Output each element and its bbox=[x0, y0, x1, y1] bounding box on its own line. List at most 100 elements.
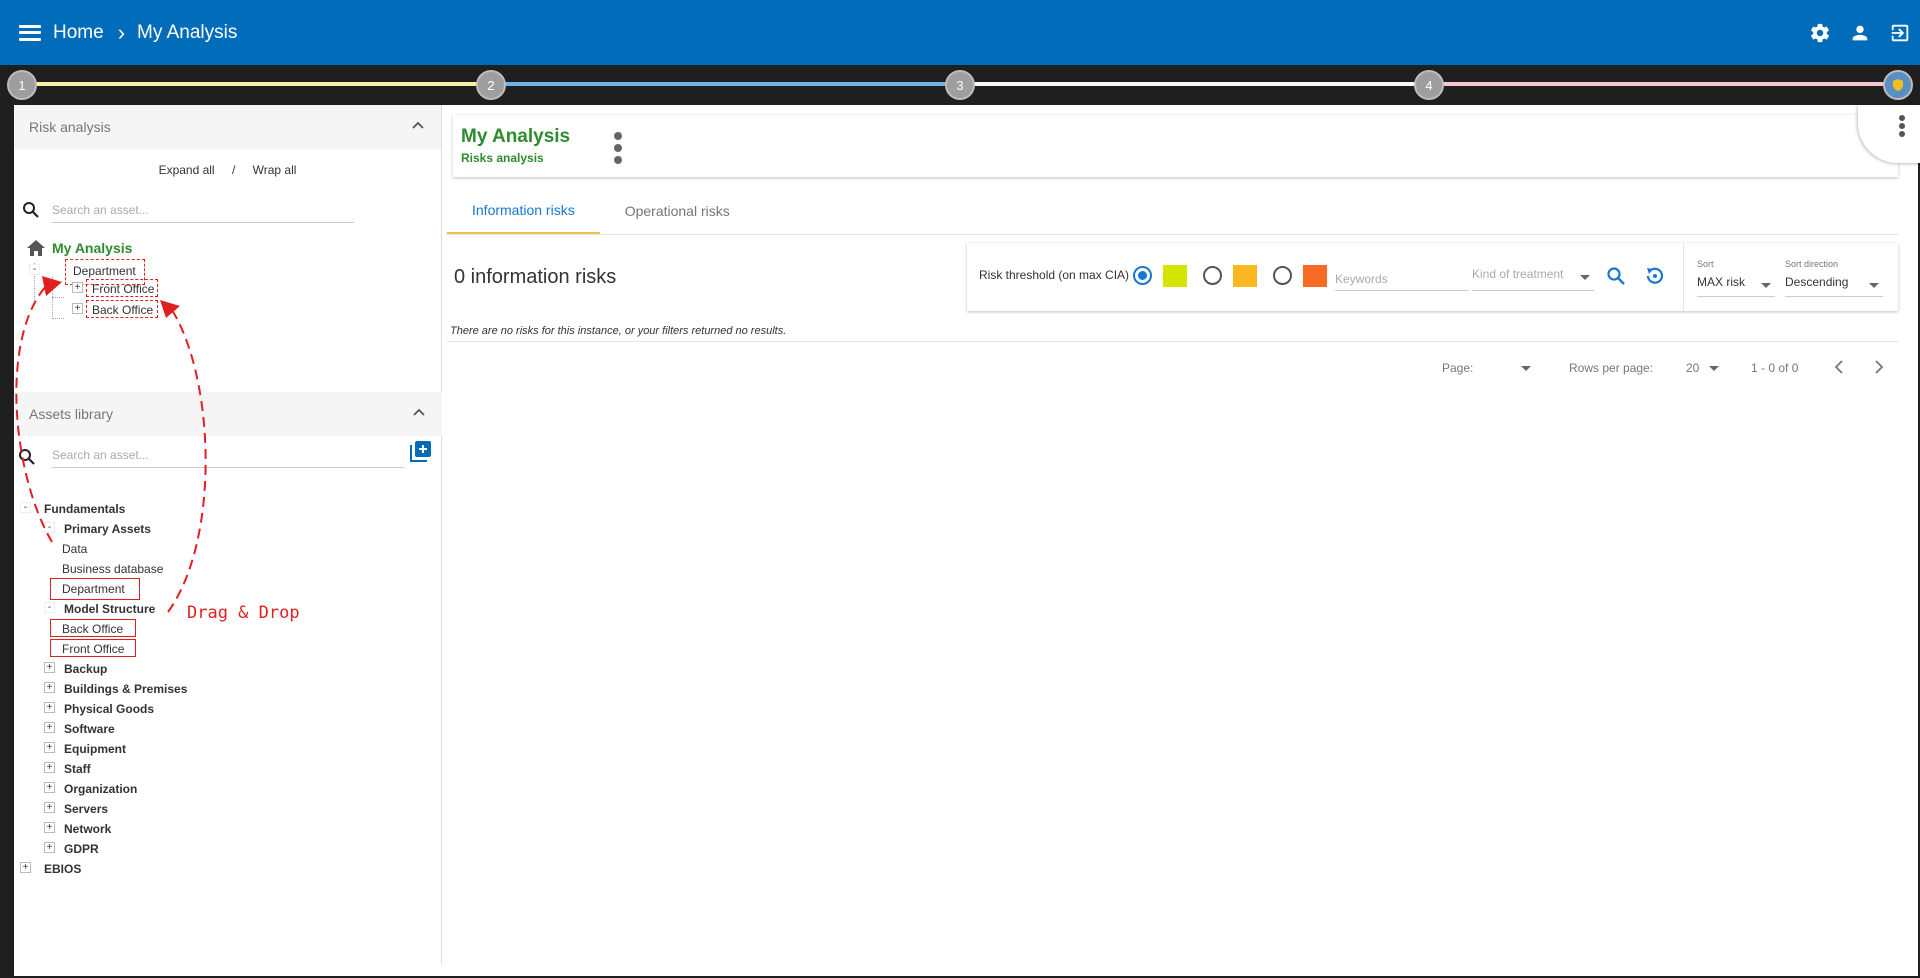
sort-select[interactable]: Sort MAX risk bbox=[1697, 259, 1775, 297]
threshold-swatch-medium bbox=[1233, 265, 1257, 287]
stepper-segment-1 bbox=[22, 82, 492, 86]
library-group-network[interactable]: Network bbox=[64, 822, 111, 836]
menu-icon[interactable] bbox=[19, 24, 41, 41]
user-icon[interactable] bbox=[1840, 22, 1880, 44]
sort-direction-value: Descending bbox=[1785, 275, 1849, 289]
threshold-radio-medium[interactable] bbox=[1203, 266, 1222, 285]
assets-library-header[interactable]: Assets library bbox=[14, 392, 442, 436]
expand-toggle[interactable]: + bbox=[72, 303, 83, 314]
left-panel: Risk analysis Expand all / Wrap all My A… bbox=[14, 105, 442, 965]
library-node-primary-assets[interactable]: Primary Assets bbox=[64, 522, 151, 536]
threshold-radio-high[interactable] bbox=[1273, 266, 1292, 285]
collapse-toggle[interactable]: - bbox=[44, 522, 55, 533]
expand-toggle[interactable]: + bbox=[20, 862, 31, 873]
library-search-input[interactable] bbox=[52, 442, 404, 468]
expand-toggle[interactable]: + bbox=[44, 782, 55, 793]
library-group-software[interactable]: Software bbox=[64, 722, 115, 736]
risk-analysis-header[interactable]: Risk analysis bbox=[14, 105, 441, 149]
analysis-stepper: 1 2 3 4 bbox=[0, 65, 1920, 105]
step-2[interactable]: 2 bbox=[476, 70, 506, 100]
library-node-business-database[interactable]: Business database bbox=[62, 562, 163, 576]
chevron-right-icon: › bbox=[117, 19, 126, 45]
expand-toggle[interactable]: + bbox=[44, 762, 55, 773]
no-results-message: There are no risks for this instance, or… bbox=[450, 325, 787, 337]
breadcrumb-current: My Analysis bbox=[137, 21, 238, 43]
more-vert-icon[interactable] bbox=[613, 131, 623, 170]
chevron-up-icon[interactable] bbox=[412, 406, 426, 423]
kind-of-treatment-placeholder: Kind of treatment bbox=[1472, 267, 1564, 281]
more-vert-icon[interactable] bbox=[1898, 114, 1906, 143]
expand-toggle[interactable]: + bbox=[44, 842, 55, 853]
wrap-all-link[interactable]: Wrap all bbox=[253, 163, 297, 177]
expand-toggle[interactable]: + bbox=[44, 662, 55, 673]
library-group-servers[interactable]: Servers bbox=[64, 802, 108, 816]
library-group-backup[interactable]: Backup bbox=[64, 662, 107, 676]
tab-information-risks[interactable]: Information risks bbox=[447, 188, 600, 234]
step-3[interactable]: 3 bbox=[945, 70, 975, 100]
sort-direction-select[interactable]: Sort direction Descending bbox=[1785, 259, 1883, 297]
stepper-segment-4 bbox=[1428, 82, 1898, 86]
library-node-model-structure[interactable]: Model Structure bbox=[64, 602, 155, 616]
library-group-physical-goods[interactable]: Physical Goods bbox=[64, 702, 154, 716]
collapse-toggle[interactable]: - bbox=[20, 502, 31, 513]
expand-toggle[interactable]: + bbox=[44, 722, 55, 733]
tab-operational-risks[interactable]: Operational risks bbox=[600, 188, 755, 234]
analysis-title-card: My Analysis Risks analysis bbox=[453, 115, 1898, 177]
library-group-buildings[interactable]: Buildings & Premises bbox=[64, 682, 187, 696]
logout-icon[interactable] bbox=[1880, 22, 1920, 44]
risk-filter-bar: Risk threshold (on max CIA) Kind of trea… bbox=[967, 243, 1898, 311]
highlight-source-department bbox=[50, 578, 140, 600]
keywords-input[interactable] bbox=[1335, 267, 1469, 291]
chevron-right-icon[interactable] bbox=[1872, 358, 1886, 379]
page-select[interactable] bbox=[1521, 361, 1531, 375]
tree-root[interactable]: My Analysis bbox=[26, 239, 132, 257]
dropdown-caret-icon bbox=[1761, 283, 1771, 288]
chevron-left-icon[interactable] bbox=[1832, 358, 1846, 379]
page-label: Page: bbox=[1442, 361, 1474, 375]
search-icon bbox=[22, 201, 40, 224]
chevron-up-icon[interactable] bbox=[411, 119, 425, 136]
analysis-search-input[interactable] bbox=[52, 197, 354, 223]
tree-root-label: My Analysis bbox=[52, 240, 133, 256]
step-1[interactable]: 1 bbox=[7, 70, 37, 100]
threshold-radio-low[interactable] bbox=[1133, 266, 1152, 285]
library-group-gdpr[interactable]: GDPR bbox=[64, 842, 99, 856]
library-node-data[interactable]: Data bbox=[62, 542, 87, 556]
threshold-swatch-low bbox=[1163, 265, 1187, 287]
tree-connector bbox=[52, 277, 53, 319]
separator: / bbox=[231, 163, 236, 177]
expand-toggle[interactable]: + bbox=[44, 802, 55, 813]
gear-icon[interactable] bbox=[1800, 22, 1840, 44]
home-icon bbox=[27, 240, 45, 256]
library-group-staff[interactable]: Staff bbox=[64, 762, 91, 776]
risk-analysis-title: Risk analysis bbox=[29, 119, 111, 135]
library-search bbox=[14, 436, 442, 470]
expand-toggle[interactable]: + bbox=[44, 822, 55, 833]
expand-toggle[interactable]: + bbox=[44, 702, 55, 713]
filter-divider bbox=[1683, 243, 1684, 311]
collapse-toggle[interactable]: - bbox=[29, 264, 40, 275]
collapse-toggle[interactable]: - bbox=[44, 602, 55, 613]
expand-toggle[interactable]: + bbox=[72, 282, 83, 293]
step-4[interactable]: 4 bbox=[1414, 70, 1444, 100]
kind-of-treatment-select[interactable]: Kind of treatment bbox=[1472, 267, 1594, 291]
stepper-segment-2 bbox=[492, 82, 960, 86]
breadcrumb-home[interactable]: Home bbox=[53, 22, 104, 44]
rows-per-page-select[interactable]: 20 bbox=[1686, 361, 1719, 375]
add-library-icon[interactable] bbox=[410, 440, 432, 467]
reset-filters-icon[interactable] bbox=[1644, 265, 1666, 292]
tree-connector bbox=[52, 297, 64, 298]
tabs-divider bbox=[447, 234, 1898, 235]
expand-wrap-controls: Expand all / Wrap all bbox=[14, 163, 441, 179]
library-group-organization[interactable]: Organization bbox=[64, 782, 137, 796]
step-final-badge-icon[interactable] bbox=[1883, 70, 1913, 100]
expand-toggle[interactable]: + bbox=[44, 742, 55, 753]
expand-all-link[interactable]: Expand all bbox=[159, 163, 215, 177]
top-app-bar: Home › My Analysis bbox=[0, 0, 1920, 65]
expand-toggle[interactable]: + bbox=[44, 682, 55, 693]
drag-drop-annotation: Drag & Drop bbox=[187, 603, 300, 623]
library-node-fundamentals[interactable]: Fundamentals bbox=[44, 502, 125, 516]
library-group-equipment[interactable]: Equipment bbox=[64, 742, 126, 756]
search-icon[interactable] bbox=[1606, 266, 1626, 291]
library-node-ebios[interactable]: EBIOS bbox=[44, 862, 81, 876]
